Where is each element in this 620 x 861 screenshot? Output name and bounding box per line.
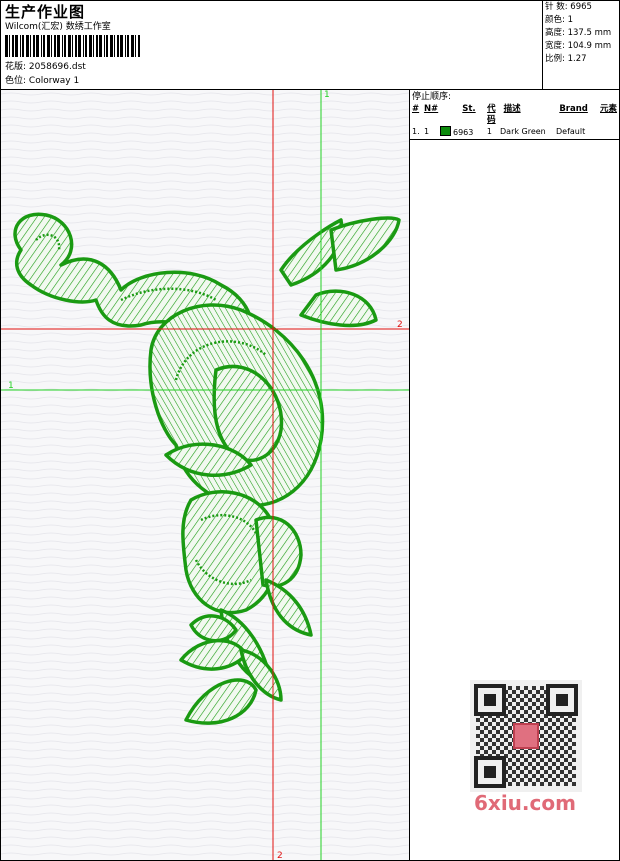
stat-height: 高度: 137.5 mm	[545, 28, 612, 38]
colorway-label: 色位:	[5, 76, 27, 86]
colorway-line: 色位: Colorway 1	[5, 75, 79, 87]
col-code: 代码	[487, 104, 496, 125]
qr-watermark	[470, 680, 582, 792]
company-name: Wilcom(汇宏) 数绣工作室	[5, 22, 111, 32]
red-v-guide-label: 2	[277, 851, 283, 860]
col-description: 描述	[503, 104, 521, 114]
design-canvas[interactable]: 2 2 1 1	[1, 90, 410, 860]
col-stop: St.	[462, 104, 476, 114]
col-element: 元素	[600, 104, 618, 114]
col-index: #	[412, 104, 420, 114]
colorway-value: Colorway 1	[28, 76, 80, 86]
barcode	[5, 35, 140, 57]
stop-sequence-title: 停止顺序:	[412, 92, 452, 102]
design-value: 2058696.dst	[28, 62, 86, 72]
design-line: 花版: 2058696.dst	[5, 61, 86, 73]
design-label: 花版:	[5, 62, 27, 72]
watermark-text: 6xiu.com	[474, 791, 576, 815]
thread-swatch	[440, 126, 451, 136]
stat-scale: 比例: 1.27	[545, 54, 587, 64]
table-header: # N# St. 代码 描述 Brand 元素	[410, 104, 619, 126]
header: 生产作业图 Wilcom(汇宏) 数绣工作室 花版: 2058696.dst 色…	[1, 1, 619, 90]
table-row[interactable]: 1. 1 6963 1 Dark Green Default	[410, 126, 619, 140]
col-needle: N#	[423, 104, 439, 114]
col-brand: Brand	[559, 104, 588, 114]
embroidery-preview: 2 2 1 1	[1, 90, 409, 860]
green-v-guide-label: 1	[324, 90, 330, 100]
stat-stitches: 针 数: 6965	[545, 2, 592, 12]
red-h-guide-label: 2	[397, 320, 403, 330]
stat-colors: 颜色: 1	[545, 15, 573, 25]
green-h-guide-label: 1	[8, 381, 14, 391]
sheet-title: 生产作业图	[5, 3, 86, 21]
stat-width: 宽度: 104.9 mm	[545, 41, 612, 51]
stats-box: 针 数: 6965 颜色: 1 高度: 137.5 mm 宽度: 104.9 m…	[542, 1, 620, 89]
